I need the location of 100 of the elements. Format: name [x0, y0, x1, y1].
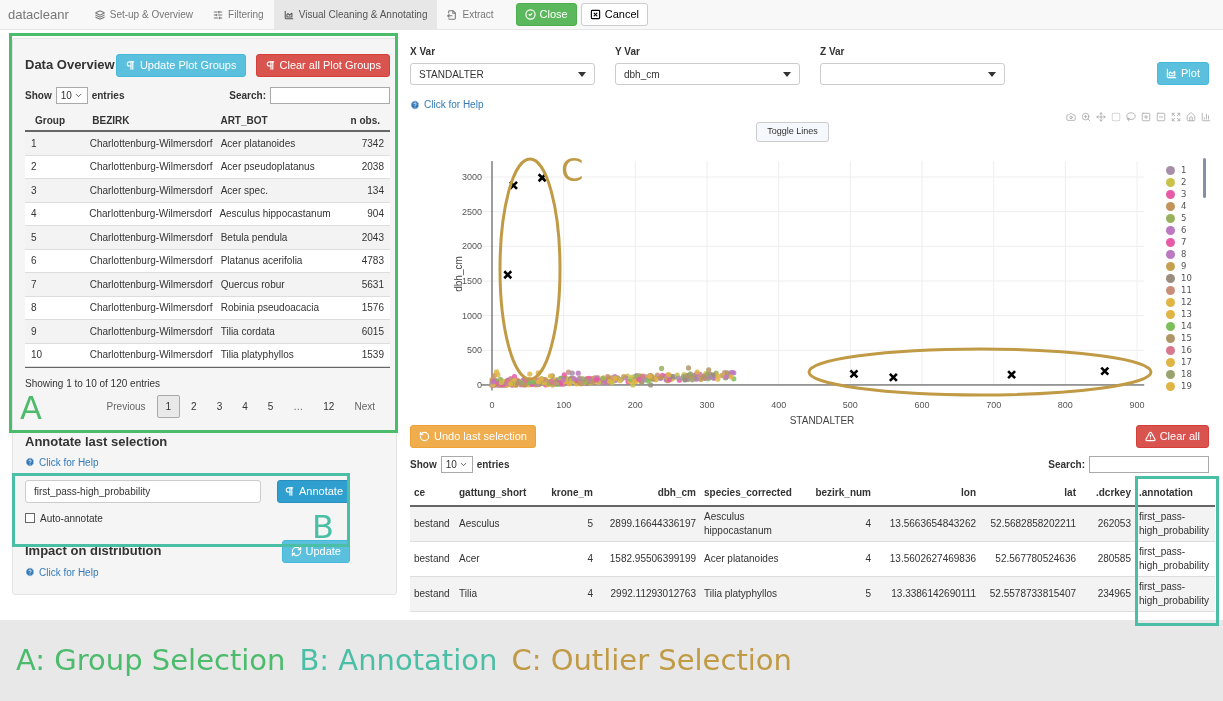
legend-label[interactable]: 17 [1181, 355, 1192, 369]
column-header[interactable]: ce [410, 484, 455, 500]
variable-select[interactable]: STANDALTER [410, 63, 595, 85]
column-header[interactable]: species_corrected [700, 484, 800, 500]
modebar-icon[interactable] [1111, 112, 1121, 122]
legend-label[interactable]: 11 [1181, 283, 1192, 297]
modebar-icon[interactable] [1081, 112, 1091, 122]
modebar-icon[interactable] [1156, 112, 1166, 122]
column-header[interactable]: .annotation [1135, 484, 1215, 500]
modebar-icon[interactable] [1126, 112, 1136, 122]
modebar-icon[interactable] [1186, 112, 1196, 122]
column-header[interactable]: krone_m [535, 484, 597, 500]
cross-marker[interactable] [537, 172, 547, 183]
page-link[interactable]: 12 [314, 395, 344, 418]
modebar-icon[interactable] [1066, 112, 1076, 122]
table-cell-text: 4 [864, 517, 872, 531]
legend-label[interactable]: 18 [1181, 367, 1192, 381]
nav-tab[interactable]: Filtering [203, 0, 274, 30]
legend-label[interactable]: 7 [1181, 235, 1187, 249]
x-tick-label: 700 [986, 400, 1002, 410]
legend-label[interactable]: 5 [1181, 211, 1187, 225]
cross-marker[interactable] [1100, 366, 1110, 376]
entries-select[interactable]: 10 [55, 87, 88, 104]
annotation-field[interactable]: first_pass-high_probability [25, 479, 261, 503]
table-row[interactable]: 2 Charlottenburg-Wilmersdorf Acer pseudoplatanus 2038 [25, 155, 390, 179]
search-field[interactable] [1089, 456, 1209, 473]
caption-text: C: Outlier Selection [511, 641, 792, 679]
nav-tab[interactable]: Set-up & Overview [84, 0, 204, 30]
table-cell-text: Charlottenburg-Wilmersdorf [89, 207, 214, 222]
layers-icon [94, 9, 105, 20]
table-cell-text: Charlottenburg-Wilmersdorf [89, 301, 214, 316]
cross-marker[interactable] [888, 372, 899, 383]
search-field[interactable] [270, 87, 390, 104]
modebar-icon[interactable] [1141, 112, 1151, 122]
legend-label[interactable]: 12 [1181, 295, 1192, 309]
column-header[interactable]: gattung_short [455, 484, 535, 500]
undo-icon [419, 431, 430, 442]
page-link[interactable]: 3 [207, 395, 232, 418]
legend-label[interactable]: 13 [1181, 307, 1192, 321]
table-cell-text: 13.5602627469836 [888, 552, 977, 566]
column-header[interactable]: n obs. [327, 112, 380, 128]
modebar-icon[interactable] [1201, 112, 1211, 122]
nav-tab[interactable]: Extract [437, 0, 504, 30]
table-row[interactable]: 4 Charlottenburg-Wilmersdorf Aesculus hippocastanum 904 [25, 202, 390, 226]
legend-label[interactable]: 10 [1181, 271, 1192, 285]
cross-marker[interactable] [849, 369, 859, 379]
cross-marker[interactable] [1006, 369, 1017, 380]
column-header[interactable]: BEZIRK [92, 112, 221, 128]
table-row[interactable]: 10 Charlottenburg-Wilmersdorf Tilia platyphyllos 1539 [25, 343, 390, 367]
legend-label[interactable]: 14 [1181, 319, 1192, 333]
page-link[interactable]: 4 [233, 395, 257, 418]
table-cell-text: 5631 [360, 277, 384, 292]
nav-tab[interactable]: Visual Cleaning & Annotating [273, 0, 438, 30]
table-cell-text: Charlottenburg-Wilmersdorf [89, 348, 214, 363]
cross-marker[interactable] [508, 180, 519, 191]
variable-select[interactable] [820, 63, 1005, 85]
modebar-icon[interactable] [1096, 112, 1106, 122]
legend-scrollbar[interactable] [1202, 158, 1206, 198]
column-header[interactable]: Group [35, 112, 93, 128]
page-link[interactable]: 5 [258, 395, 283, 418]
column-header[interactable]: .dcrkey [1080, 484, 1135, 500]
clear-all-icon [1144, 431, 1156, 442]
column-header[interactable]: lat [980, 484, 1080, 500]
column-header[interactable]: bezirk_num [800, 484, 875, 500]
column-header[interactable]: lon [875, 484, 980, 500]
variable-select[interactable]: dbh_cm [615, 63, 800, 85]
legend-label[interactable]: 19 [1181, 379, 1192, 393]
legend-label[interactable]: 2 [1181, 175, 1187, 189]
legend-label[interactable]: 8 [1181, 247, 1187, 261]
help-link[interactable]: Click for Help [25, 454, 390, 470]
column-header[interactable]: ART_BOT [220, 112, 328, 128]
toggle-lines-button[interactable]: Toggle Lines [756, 122, 829, 142]
cross-marker[interactable] [502, 269, 513, 280]
table-row[interactable]: 8 Charlottenburg-Wilmersdorf Robinia pseudoacacia 1576 [25, 296, 390, 320]
entries-label: entries [91, 89, 125, 103]
legend-label[interactable]: 3 [1181, 187, 1187, 201]
column-header[interactable]: dbh_cm [597, 484, 700, 500]
help-link[interactable]: Click for Help [25, 564, 390, 580]
clear-all-button[interactable]: Clear all [1135, 425, 1209, 448]
table-cell-text: Charlottenburg-Wilmersdorf [89, 277, 214, 292]
legend-label[interactable]: 16 [1181, 343, 1192, 357]
clear-groups-button[interactable]: Clear all Plot Groups [255, 53, 390, 77]
page-link[interactable]: Next [345, 395, 384, 418]
page-link[interactable]: 1 [156, 395, 181, 418]
page-link[interactable]: Previous [97, 395, 155, 418]
legend-label[interactable]: 1 [1181, 163, 1187, 177]
help-link[interactable]: Click for Help [410, 97, 1215, 112]
y-tick-label: 0 [477, 379, 482, 390]
cancel-button[interactable]: Cancel [580, 3, 648, 26]
page-link[interactable]: 2 [182, 395, 206, 418]
help-icon [410, 99, 420, 110]
legend-label[interactable]: 4 [1181, 199, 1187, 213]
auto-annotate-checkbox[interactable] [25, 513, 35, 523]
legend-label[interactable]: 9 [1181, 259, 1187, 273]
table-cell-text: Tilia platyphyllos [220, 348, 295, 363]
entries-select[interactable]: 10 [440, 456, 473, 473]
modebar-icon[interactable] [1171, 112, 1181, 122]
table-row[interactable]: 6 Charlottenburg-Wilmersdorf Platanus acerifolia 4783 [25, 249, 390, 273]
legend-label[interactable]: 15 [1181, 331, 1192, 345]
legend-label[interactable]: 6 [1181, 223, 1187, 237]
